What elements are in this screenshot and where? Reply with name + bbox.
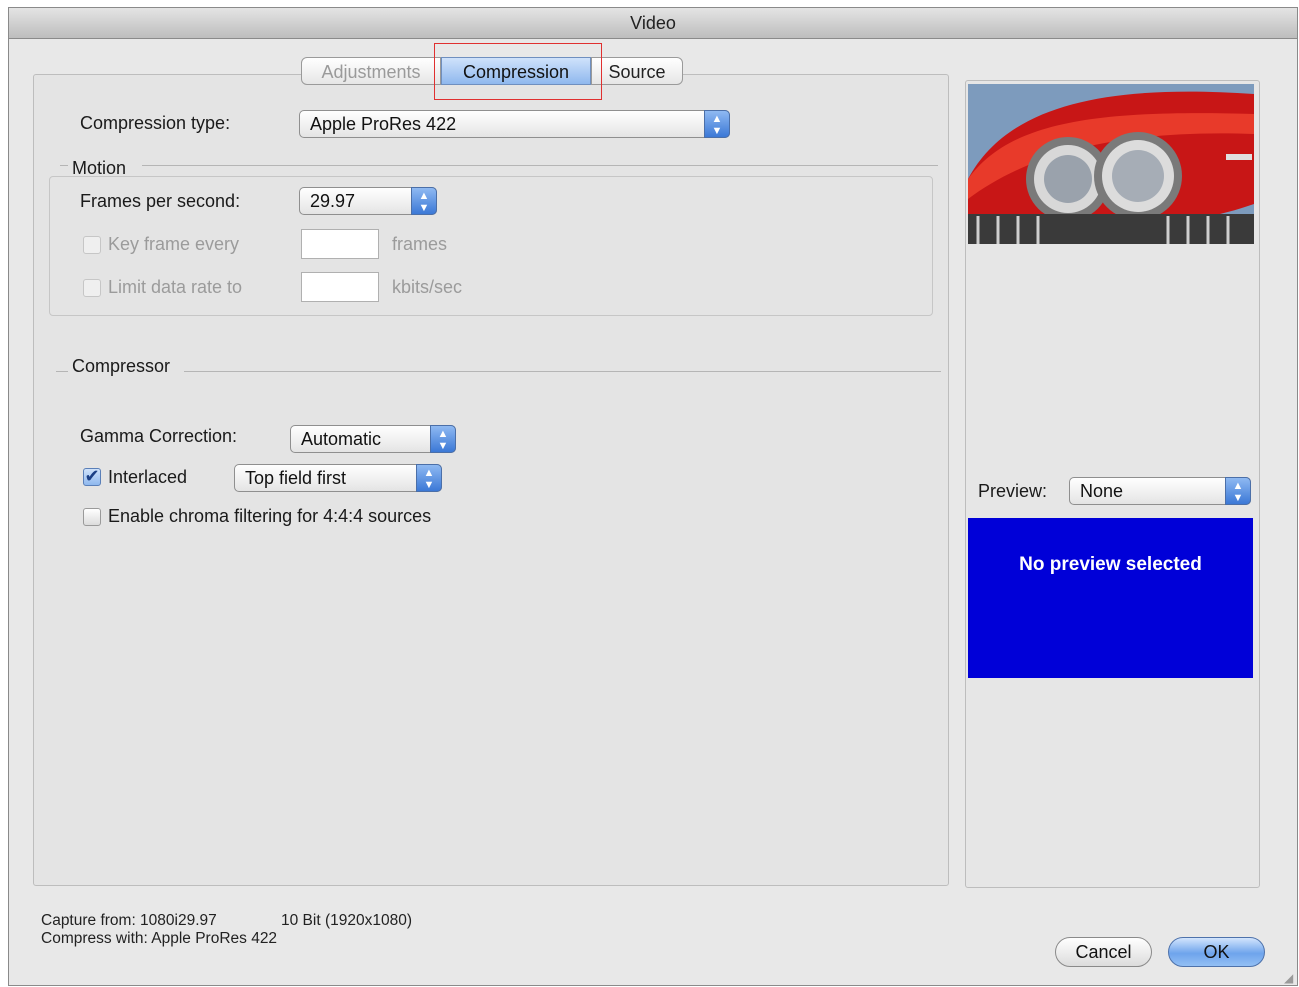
car-headlights-image	[968, 84, 1254, 244]
bit-depth-text: 10 Bit (1920x1080)	[281, 912, 412, 929]
window-title: Video	[9, 8, 1297, 39]
compression-type-select[interactable]: Apple ProRes 422 ▲ ▼	[299, 110, 730, 138]
limit-rate-label: Limit data rate to	[108, 277, 243, 297]
popup-arrows-icon: ▲ ▼	[1225, 477, 1251, 505]
checkmark-icon: ✔	[84, 466, 100, 486]
compressor-group-label: Compressor	[72, 356, 171, 376]
tab-source[interactable]: Source	[591, 57, 683, 85]
gamma-value: Automatic	[301, 429, 382, 449]
compressor-divider-left	[56, 371, 68, 372]
preview-message: No preview selected	[1019, 554, 1202, 575]
popup-arrows-icon: ▲ ▼	[430, 425, 456, 453]
limit-rate-checkbox[interactable]	[83, 279, 101, 297]
compressor-divider	[184, 371, 941, 372]
field-order-value: Top field first	[245, 468, 347, 488]
motion-divider	[142, 165, 938, 166]
motion-divider-left	[60, 165, 68, 166]
preview-label: Preview:	[978, 481, 1048, 501]
popup-arrows-icon: ▲ ▼	[411, 187, 437, 215]
chroma-filter-label: Enable chroma filtering for 4:4:4 source…	[108, 506, 432, 526]
gamma-label: Gamma Correction:	[80, 426, 238, 446]
keyframe-field[interactable]	[301, 229, 379, 259]
cancel-button[interactable]: Cancel	[1055, 937, 1152, 967]
chroma-filter-checkbox[interactable]	[83, 508, 101, 526]
source-thumbnail	[968, 84, 1254, 244]
keyframe-label: Key frame every	[108, 234, 240, 254]
compression-type-value: Apple ProRes 422	[310, 114, 457, 134]
compression-type-label: Compression type:	[80, 113, 231, 133]
popup-arrows-icon: ▲ ▼	[704, 110, 730, 138]
interlaced-checkbox[interactable]: ✔	[83, 466, 101, 486]
interlaced-label: Interlaced	[108, 467, 188, 487]
field-order-select[interactable]: Top field first ▲ ▼	[234, 464, 442, 492]
limit-rate-unit: kbits/sec	[392, 277, 463, 297]
compress-with-text: Compress with: Apple ProRes 422	[41, 930, 278, 947]
preview-select[interactable]: None ▲ ▼	[1069, 477, 1251, 505]
capture-from-text: Capture from: 1080i29.97	[41, 912, 217, 929]
keyframe-unit: frames	[392, 234, 448, 254]
preview-value: None	[1080, 481, 1124, 501]
resize-grip-icon[interactable]: ◢	[1284, 972, 1296, 984]
fps-label: Frames per second:	[80, 191, 241, 211]
highlight-box	[434, 43, 602, 100]
limit-rate-field[interactable]	[301, 272, 379, 302]
tab-adjustments[interactable]: Adjustments	[301, 57, 441, 85]
keyframe-checkbox[interactable]	[83, 236, 101, 254]
ok-button[interactable]: OK	[1168, 937, 1265, 967]
fps-select[interactable]: 29.97 ▲ ▼	[299, 187, 437, 215]
fps-value: 29.97	[310, 191, 356, 211]
preview-area: No preview selected	[968, 518, 1253, 678]
gamma-select[interactable]: Automatic ▲ ▼	[290, 425, 456, 453]
popup-arrows-icon: ▲ ▼	[416, 464, 442, 492]
